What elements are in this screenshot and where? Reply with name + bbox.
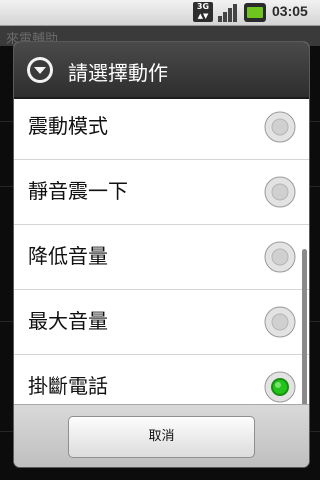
radio-unselected-icon[interactable] — [264, 241, 296, 273]
options-list[interactable]: 震動模式 靜音震一下 降低音量 最大音量 掛斷電話 — [14, 99, 309, 404]
radio-unselected-icon[interactable] — [264, 176, 296, 208]
status-time: 03:05 — [272, 3, 308, 19]
network-type-label: 3G — [196, 2, 210, 11]
3g-icon: 3G ▲▼ — [193, 2, 213, 22]
option-label: 靜音震一下 — [28, 179, 128, 203]
option-label: 掛斷電話 — [28, 374, 108, 398]
scrollbar[interactable] — [302, 249, 307, 404]
option-label: 最大音量 — [28, 309, 108, 333]
dialog-footer: 取消 — [14, 404, 309, 467]
action-dialog: 請選擇動作 震動模式 靜音震一下 降低音量 最大音量 掛斷電話 取消 — [14, 42, 309, 467]
option-vibrate-mode[interactable]: 震動模式 — [14, 99, 309, 160]
radio-unselected-icon[interactable] — [264, 111, 296, 143]
chevron-down-icon — [27, 57, 53, 83]
option-label: 震動模式 — [28, 114, 108, 138]
dialog-header: 請選擇動作 — [14, 42, 309, 99]
option-lower-volume[interactable]: 降低音量 — [14, 225, 309, 290]
option-hang-up-call[interactable]: 掛斷電話 — [14, 355, 309, 404]
status-bar: 3G ▲▼ 03:05 — [0, 0, 320, 26]
signal-icon — [218, 4, 237, 22]
option-max-volume[interactable]: 最大音量 — [14, 290, 309, 355]
dialog-title: 請選擇動作 — [68, 61, 168, 85]
battery-icon — [244, 3, 266, 22]
option-silent-vibrate-once[interactable]: 靜音震一下 — [14, 160, 309, 225]
radio-unselected-icon[interactable] — [264, 306, 296, 338]
option-label: 降低音量 — [28, 244, 108, 268]
cancel-button[interactable]: 取消 — [68, 416, 255, 458]
radio-selected-icon[interactable] — [264, 371, 296, 403]
